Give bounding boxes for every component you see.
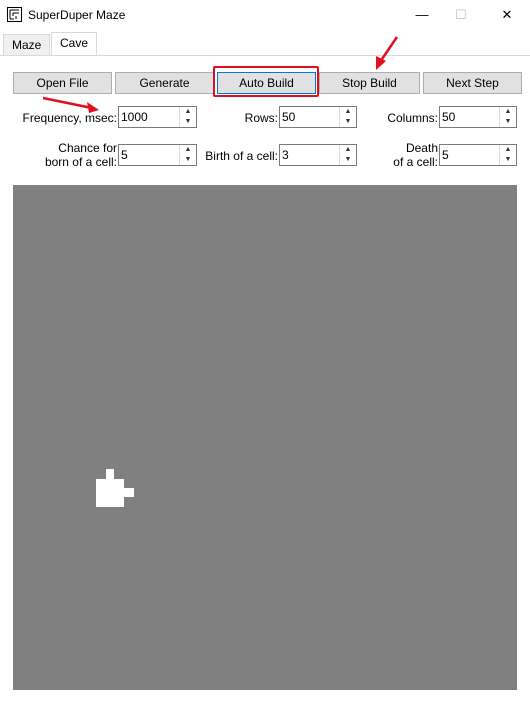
rows-spinner-arrows[interactable]: ▲ ▼	[339, 107, 356, 127]
frequency-spinner[interactable]: ▲ ▼	[118, 106, 197, 128]
birth-label: Birth of a cell:	[205, 149, 278, 163]
chance-born-spinner[interactable]: ▲ ▼	[118, 144, 197, 166]
columns-spinner-arrows[interactable]: ▲ ▼	[499, 107, 516, 127]
death-label-line2: of a cell:	[393, 155, 438, 169]
generate-button[interactable]: Generate	[115, 72, 214, 94]
spin-down-icon[interactable]: ▼	[180, 117, 196, 127]
stop-build-button[interactable]: Stop Build	[319, 72, 420, 94]
spin-down-icon[interactable]: ▼	[180, 155, 196, 165]
tab-maze[interactable]: Maze	[3, 34, 51, 55]
maximize-button[interactable]: ☐	[451, 5, 471, 25]
death-label: Death of a cell:	[370, 141, 438, 169]
annotation-arrow-icon	[42, 96, 99, 113]
spin-down-icon[interactable]: ▼	[340, 155, 356, 165]
app-window: SuperDuper Maze — ☐ ✕ Maze Cave Open Fil…	[0, 0, 530, 706]
tab-strip: Maze Cave	[0, 32, 530, 57]
death-label-line1: Death	[405, 141, 438, 155]
spin-down-icon[interactable]: ▼	[500, 155, 516, 165]
open-file-button[interactable]: Open File	[13, 72, 112, 94]
annotation-highlight-box	[213, 66, 319, 97]
rows-input[interactable]	[280, 107, 340, 127]
minimize-button[interactable]: —	[412, 5, 432, 25]
birth-spinner[interactable]: ▲ ▼	[279, 144, 357, 166]
close-button[interactable]: ✕	[497, 5, 517, 25]
chance-born-spinner-arrows[interactable]: ▲ ▼	[179, 145, 196, 165]
chance-born-label-line2: born of a cell:	[44, 155, 117, 169]
chance-born-label-line1: Chance for	[58, 141, 117, 155]
alive-cell	[106, 469, 114, 479]
cave-canvas[interactable]	[13, 185, 517, 690]
columns-input[interactable]	[440, 107, 500, 127]
rows-spinner[interactable]: ▲ ▼	[279, 106, 357, 128]
spin-down-icon[interactable]: ▼	[500, 117, 516, 127]
death-input[interactable]	[440, 145, 500, 165]
frequency-input[interactable]	[119, 107, 179, 127]
alive-cell	[124, 488, 134, 497]
window-title: SuperDuper Maze	[28, 8, 126, 22]
columns-label: Columns:	[387, 111, 438, 125]
death-spinner-arrows[interactable]: ▲ ▼	[499, 145, 516, 165]
annotation-arrow-icon	[376, 36, 399, 70]
maze-app-icon	[7, 7, 22, 22]
alive-cell	[96, 479, 124, 507]
chance-born-input[interactable]	[119, 145, 179, 165]
title-bar: SuperDuper Maze — ☐ ✕	[0, 0, 530, 30]
next-step-button[interactable]: Next Step	[423, 72, 522, 94]
birth-spinner-arrows[interactable]: ▲ ▼	[339, 145, 356, 165]
frequency-spinner-arrows[interactable]: ▲ ▼	[179, 107, 196, 127]
rows-label: Rows:	[244, 111, 278, 125]
birth-input[interactable]	[280, 145, 340, 165]
spin-down-icon[interactable]: ▼	[340, 117, 356, 127]
chance-born-label: Chance for born of a cell:	[20, 141, 117, 169]
columns-spinner[interactable]: ▲ ▼	[439, 106, 517, 128]
death-spinner[interactable]: ▲ ▼	[439, 144, 517, 166]
tab-cave[interactable]: Cave	[51, 32, 98, 57]
